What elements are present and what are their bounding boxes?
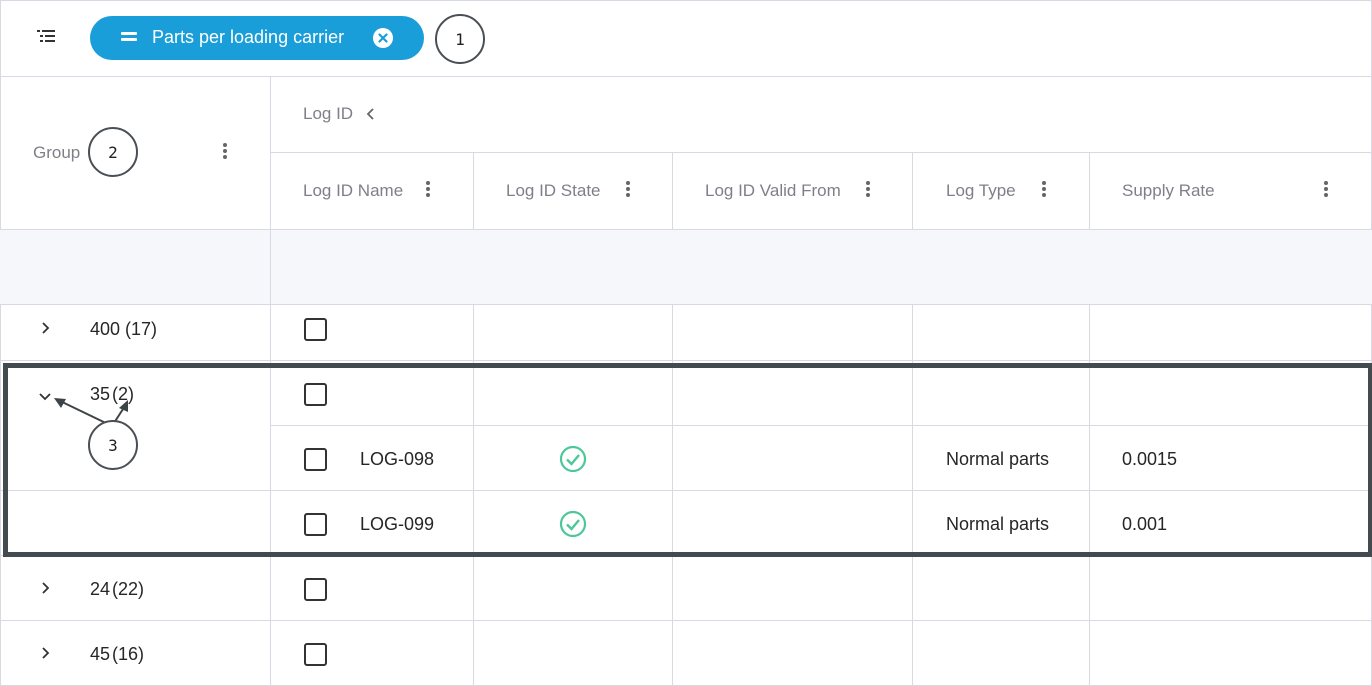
chevron-right-icon[interactable] — [40, 646, 50, 665]
filter-row — [0, 230, 1372, 304]
row-checkbox[interactable] — [304, 383, 327, 406]
group-value: 24 — [90, 579, 111, 599]
column-menu-icon[interactable] — [1323, 181, 1329, 199]
divider — [0, 360, 1372, 361]
grid-frame — [0, 0, 1372, 686]
col-header-log-type[interactable]: Log Type — [946, 181, 1016, 201]
supply-rate: 0.0015 — [1122, 449, 1178, 469]
group-count: (16) — [112, 644, 145, 664]
log-type: Normal parts — [946, 514, 1050, 534]
close-icon[interactable] — [373, 28, 393, 48]
group-value: 45 — [90, 644, 111, 664]
row-checkbox[interactable] — [304, 643, 327, 666]
divider — [0, 76, 1372, 77]
divider — [672, 152, 673, 230]
group-count: (17) — [125, 319, 158, 339]
column-chooser-icon[interactable] — [37, 29, 55, 45]
filter-chip-label: Parts per loading carrier — [152, 27, 345, 47]
log-id-name: LOG-098 — [360, 449, 435, 469]
divider — [271, 152, 1372, 153]
row-checkbox[interactable] — [304, 578, 327, 601]
divider — [271, 425, 1372, 426]
check-circle-icon — [559, 445, 587, 478]
column-menu-icon[interactable] — [865, 181, 871, 199]
col-header-supply-rate[interactable]: Supply Rate — [1122, 181, 1215, 201]
log-type: Normal parts — [946, 449, 1050, 469]
group-menu-icon[interactable] — [222, 143, 228, 161]
divider — [473, 304, 474, 686]
column-menu-icon[interactable] — [425, 181, 431, 199]
divider — [912, 152, 913, 230]
row-checkbox[interactable] — [304, 513, 327, 536]
chevron-right-icon[interactable] — [40, 581, 50, 600]
filter-chip[interactable]: Parts per loading carrier — [90, 16, 424, 60]
divider — [0, 555, 1372, 556]
divider — [0, 620, 1372, 621]
log-id-name: LOG-099 — [360, 514, 435, 534]
group-count: (22) — [112, 579, 145, 599]
callout-2: 2 — [88, 127, 138, 177]
check-circle-icon — [559, 510, 587, 543]
divider — [473, 152, 474, 230]
column-menu-icon[interactable] — [1041, 181, 1047, 199]
divider — [912, 304, 913, 686]
log-id-group-header: Log ID — [303, 104, 354, 123]
divider — [1089, 304, 1090, 686]
drag-handle-icon[interactable] — [121, 32, 137, 41]
callout-3: 3 — [88, 420, 138, 470]
divider — [1089, 152, 1090, 230]
divider — [0, 304, 1372, 305]
divider — [0, 490, 1372, 491]
divider — [270, 76, 271, 686]
callout-1: 1 — [435, 14, 485, 64]
divider — [672, 304, 673, 686]
group-value: 400 — [90, 319, 121, 339]
col-header-log-id-name[interactable]: Log ID Name — [303, 181, 403, 201]
row-checkbox[interactable] — [304, 318, 327, 341]
col-header-log-id-state[interactable]: Log ID State — [506, 181, 601, 201]
group-header-label: Group — [33, 143, 81, 162]
row-checkbox[interactable] — [304, 448, 327, 471]
col-header-log-id-valid-from[interactable]: Log ID Valid From — [705, 181, 841, 201]
supply-rate: 0.001 — [1122, 514, 1168, 534]
collapse-chevron-left-icon[interactable] — [366, 107, 376, 126]
column-menu-icon[interactable] — [625, 181, 631, 199]
chevron-right-icon[interactable] — [40, 321, 50, 340]
